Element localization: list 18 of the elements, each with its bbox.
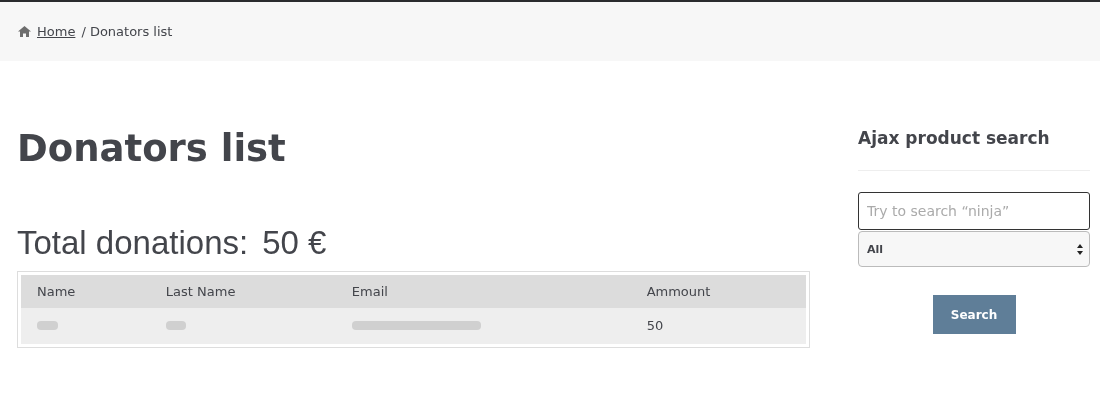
- breadcrumb-current: / Donators list: [81, 24, 173, 39]
- search-button[interactable]: Search: [932, 295, 1016, 334]
- widget-title: Ajax product search: [858, 128, 1090, 171]
- total-label: Total donations:: [17, 223, 249, 263]
- column-header: Email: [335, 275, 631, 308]
- page-title: Donators list: [17, 127, 287, 172]
- sort-arrows-icon: [1077, 243, 1083, 255]
- home-link[interactable]: Home: [37, 24, 76, 39]
- home-icon: [18, 26, 31, 37]
- column-header: Ammount: [630, 275, 806, 308]
- total-value: 50 €: [262, 223, 327, 263]
- column-header: Name: [21, 275, 150, 308]
- category-select[interactable]: All: [858, 231, 1090, 267]
- table-cell: 50: [646, 318, 664, 334]
- column-header: Last Name: [149, 275, 336, 308]
- redacted-text: [37, 321, 58, 331]
- redacted-text: [165, 321, 186, 331]
- search-field[interactable]: Try to search “ninja”: [858, 192, 1090, 230]
